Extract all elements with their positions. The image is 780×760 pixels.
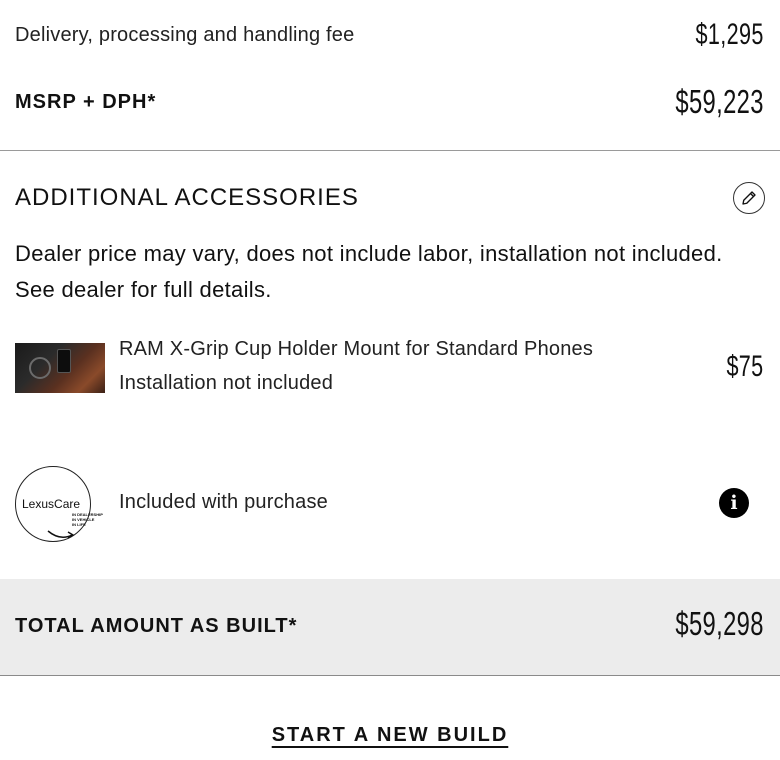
arrow-icon (47, 530, 75, 539)
msrp-label: MSRP + DPH* (15, 90, 157, 113)
start-new-build-link[interactable]: START A NEW BUILD (272, 724, 509, 746)
edit-accessories-button[interactable] (733, 182, 765, 214)
product-thumbnail (15, 343, 105, 393)
lexuscare-row: LexusCare IN DEALERSHIP IN VEHICLE IN LI… (15, 464, 765, 544)
fee-label: Delivery, processing and handling fee (15, 23, 355, 46)
accessories-header: ADDITIONAL ACCESSORIES (15, 176, 765, 220)
total-band: TOTAL AMOUNT AS BUILT* $59,298 (0, 579, 780, 676)
accessories-title: ADDITIONAL ACCESSORIES (15, 184, 359, 211)
total-price: $59,298 (675, 605, 764, 642)
msrp-row: MSRP + DPH* $59,223 (15, 76, 764, 128)
msrp-price: $59,223 (675, 83, 764, 120)
section-divider (0, 150, 780, 151)
fee-price: $1,295 (695, 18, 764, 51)
pencil-icon (742, 191, 756, 205)
lexuscare-text: Included with purchase (119, 491, 328, 513)
accessory-installation-note: Installation not included (119, 372, 334, 394)
fee-row: Delivery, processing and handling fee $1… (15, 10, 764, 60)
total-label: TOTAL AMOUNT AS BUILT* (15, 615, 298, 637)
lexuscare-logo: LexusCare IN DEALERSHIP IN VEHICLE IN LI… (15, 466, 103, 542)
accessory-name: RAM X-Grip Cup Holder Mount for Standard… (119, 338, 594, 360)
info-icon[interactable]: i (719, 488, 749, 518)
accessories-disclaimer: Dealer price may vary, does not include … (15, 241, 723, 302)
accessory-item: RAM X-Grip Cup Holder Mount for Standard… (15, 336, 764, 402)
new-build-container: START A NEW BUILD (0, 724, 780, 747)
lexuscare-logo-tagline: IN DEALERSHIP IN VEHICLE IN LIFE (72, 512, 103, 527)
lexuscare-logo-text: LexusCare (22, 497, 81, 511)
accessory-price: $75 (726, 350, 764, 383)
